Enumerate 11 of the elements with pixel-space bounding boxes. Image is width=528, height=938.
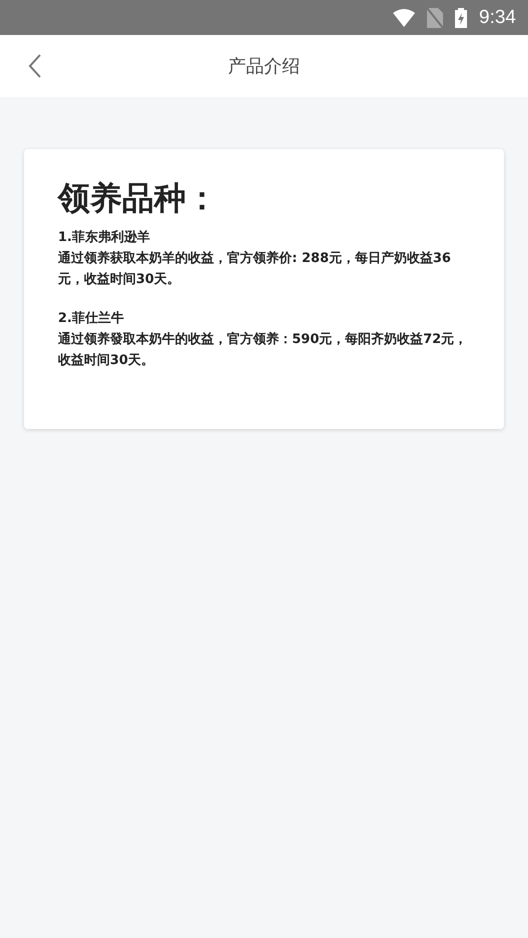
product-description: 通过领养获取本奶羊的收益，官方领养价: 288元，每日产奶收益36元，收益时间30天。 <box>58 250 452 289</box>
wifi-icon <box>393 8 416 26</box>
back-icon[interactable] <box>28 54 42 78</box>
card-heading: 领养品种： <box>58 178 219 219</box>
no-sim-icon <box>427 8 444 28</box>
product-name: 2.菲仕兰牛 <box>58 310 125 328</box>
product-name: 1.菲东弗利逊羊 <box>58 228 151 247</box>
page-title: 产品介绍 <box>228 55 300 78</box>
clock-time: 9:34 <box>479 6 516 28</box>
battery-icon <box>455 8 468 28</box>
product-description: 通过领养發取本奶牛的收益，官方领养：590元，每阳齐奶收益72元，收益时间30天。 <box>58 330 468 370</box>
